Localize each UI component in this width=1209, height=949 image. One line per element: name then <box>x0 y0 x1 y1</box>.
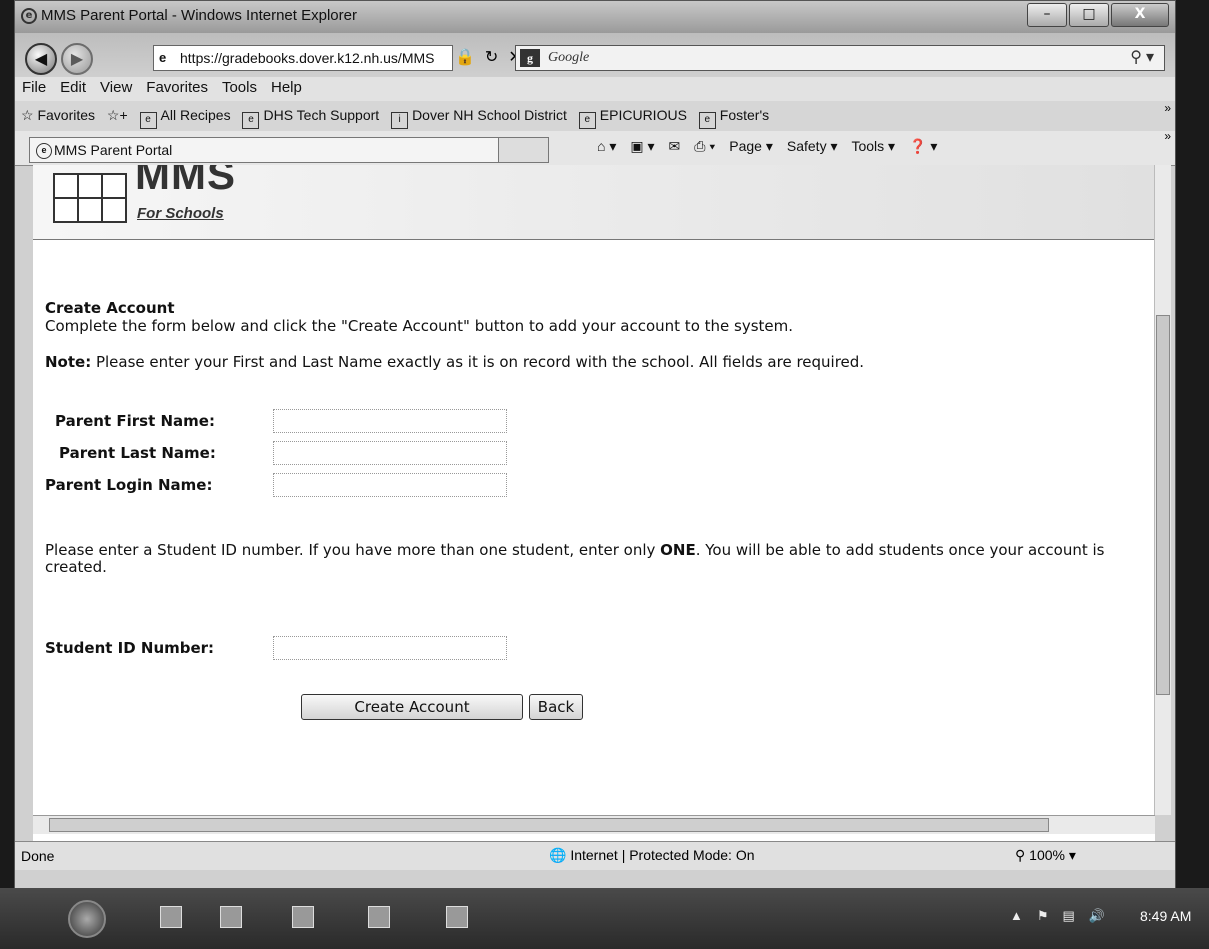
menu-tools[interactable]: Tools <box>215 77 264 98</box>
page-icon: e <box>159 50 167 65</box>
info-page-icon: i <box>391 112 409 129</box>
google-icon: g <box>520 49 540 67</box>
student-id-label: Student ID Number: <box>45 639 215 657</box>
feeds-icon[interactable]: ▣ ▾ <box>630 138 654 155</box>
maximize-button[interactable]: □ <box>1069 3 1109 27</box>
forward-nav-button[interactable]: ▶ <box>61 43 93 75</box>
tools-menu[interactable]: Tools ▾ <box>851 138 895 155</box>
minimize-button[interactable]: – <box>1027 3 1067 27</box>
command-bar: e MMS Parent Portal ⌂ ▾ ▣ ▾ ✉ ⎙ ▾ Page ▾… <box>15 129 1175 166</box>
globe-icon: 🌐 <box>549 847 567 863</box>
tab-title: MMS Parent Portal <box>54 142 173 158</box>
taskbar: ▲ ⚑ ▤ 🔊 8:49 AM <box>0 888 1209 949</box>
favorite-link-fosters[interactable]: e Foster's <box>698 107 769 129</box>
form-heading: Create Account <box>45 299 175 317</box>
ie-page-icon: e <box>139 112 157 129</box>
safety-menu[interactable]: Safety ▾ <box>787 138 838 155</box>
flag-icon[interactable]: ⚑ <box>1037 908 1049 924</box>
first-name-input[interactable] <box>273 409 507 433</box>
refresh-icon[interactable]: ↻ <box>485 47 498 66</box>
help-icon[interactable]: ❓ ▾ <box>909 138 937 155</box>
volume-icon[interactable]: 🔊 <box>1089 908 1105 924</box>
last-name-label: Parent Last Name: <box>59 444 216 462</box>
logo-text: MMS <box>135 165 236 198</box>
chevron-right-icon[interactable]: » <box>1164 129 1171 143</box>
mms-logo-icon <box>49 165 129 225</box>
back-nav-button[interactable]: ◀ <box>25 43 57 75</box>
ie-tab-icon: e <box>36 143 52 159</box>
title-bar: e MMS Parent Portal - Windows Internet E… <box>15 1 1175 33</box>
lock-icon[interactable]: 🔒 <box>455 47 475 66</box>
first-name-label: Parent First Name: <box>55 412 215 430</box>
student-instructions: Please enter a Student ID number. If you… <box>45 541 1105 576</box>
star-icon: ☆ <box>21 107 34 123</box>
page-menu[interactable]: Page ▾ <box>729 138 773 155</box>
new-tab-button[interactable] <box>499 137 549 163</box>
address-bar[interactable]: e https://gradebooks.dover.k12.nh.us/MMS <box>153 45 453 71</box>
zoom-icon: ⚲ <box>1015 847 1026 863</box>
login-name-label: Parent Login Name: <box>45 476 213 494</box>
login-name-input[interactable] <box>273 473 507 497</box>
vertical-scroll-thumb[interactable] <box>1156 315 1170 695</box>
chevron-right-icon[interactable]: » <box>1164 101 1171 115</box>
menu-bar: File Edit View Favorites Tools Help <box>15 77 1175 101</box>
taskbar-explorer-icon[interactable] <box>160 906 182 928</box>
student-id-input[interactable] <box>273 636 507 660</box>
status-bar: Done 🌐 Internet | Protected Mode: On ⚲ 1… <box>15 841 1175 870</box>
menu-help[interactable]: Help <box>264 77 309 98</box>
print-icon[interactable]: ⎙ ▾ <box>694 138 715 155</box>
menu-file[interactable]: File <box>15 77 53 98</box>
close-button[interactable]: X <box>1111 3 1169 27</box>
taskbar-word-icon[interactable] <box>446 906 468 928</box>
tray-arrow-icon[interactable]: ▲ <box>1010 908 1023 924</box>
site-banner: MMS For Schools <box>33 165 1155 240</box>
back-button[interactable]: Back <box>529 694 583 720</box>
favorites-button[interactable]: ☆ Favorites <box>21 107 95 124</box>
mail-icon[interactable]: ✉ <box>669 138 681 155</box>
menu-view[interactable]: View <box>93 77 139 98</box>
form-note: Note: Please enter your First and Last N… <box>45 353 864 371</box>
form-description: Complete the form below and click the "C… <box>45 317 794 335</box>
create-account-button[interactable]: Create Account <box>301 694 523 720</box>
menu-edit[interactable]: Edit <box>53 77 93 98</box>
horizontal-scroll-thumb[interactable] <box>49 818 1049 832</box>
window-title: MMS Parent Portal - Windows Internet Exp… <box>41 7 357 24</box>
status-text: Done <box>21 848 55 864</box>
tab-mms-parent-portal[interactable]: e MMS Parent Portal <box>29 137 499 163</box>
favorite-link-dover-nh-school-district[interactable]: i Dover NH School District <box>391 107 567 129</box>
search-input[interactable]: g Google ⚲ ▾ <box>515 45 1165 71</box>
address-url: https://gradebooks.dover.k12.nh.us/MMS <box>180 50 435 66</box>
favorites-bar: ☆ Favorites ☆+ e All Recipes e DHS Tech Su… <box>15 101 1175 131</box>
ie-page-icon: e <box>578 112 596 129</box>
search-icon[interactable]: ⚲ ▾ <box>1130 46 1154 70</box>
ie-page-icon: e <box>242 112 260 129</box>
clock[interactable]: 8:49 AM <box>1140 908 1191 924</box>
start-button[interactable] <box>68 900 106 938</box>
taskbar-outlook-icon[interactable] <box>368 906 390 928</box>
last-name-input[interactable] <box>273 441 507 465</box>
logo-subtitle: For Schools <box>137 205 224 222</box>
home-icon[interactable]: ⌂ ▾ <box>597 138 616 155</box>
favorite-link-dhs-tech-support[interactable]: e DHS Tech Support <box>242 107 379 129</box>
favorite-link-all-recipes[interactable]: e All Recipes <box>139 107 231 129</box>
taskbar-media-icon[interactable] <box>220 906 242 928</box>
horizontal-scrollbar[interactable] <box>33 815 1155 834</box>
ie-icon: e <box>21 8 37 24</box>
favorite-link-epicurious[interactable]: e EPICURIOUS <box>578 107 687 129</box>
taskbar-folder-icon[interactable] <box>292 906 314 928</box>
add-favorite-icon[interactable]: ☆+ <box>107 107 128 124</box>
security-zone: 🌐 Internet | Protected Mode: On <box>549 847 755 863</box>
system-tray: ▲ ⚑ ▤ 🔊 <box>1010 908 1105 924</box>
menu-favorites[interactable]: Favorites <box>139 77 215 98</box>
page-content: MMS For Schools Create Account Complete … <box>33 165 1155 841</box>
search-placeholder: Google <box>548 50 590 65</box>
address-row: ◀ ▶ e https://gradebooks.dover.k12.nh.us… <box>15 33 1175 77</box>
network-icon[interactable]: ▤ <box>1063 908 1075 924</box>
ie-page-icon: e <box>698 112 716 129</box>
vertical-scrollbar[interactable] <box>1154 165 1171 815</box>
zoom-level[interactable]: ⚲ 100% ▾ <box>1015 847 1076 864</box>
note-text: Please enter your First and Last Name ex… <box>91 353 865 371</box>
browser-window: e MMS Parent Portal - Windows Internet E… <box>14 0 1176 890</box>
note-label: Note: <box>45 353 92 371</box>
